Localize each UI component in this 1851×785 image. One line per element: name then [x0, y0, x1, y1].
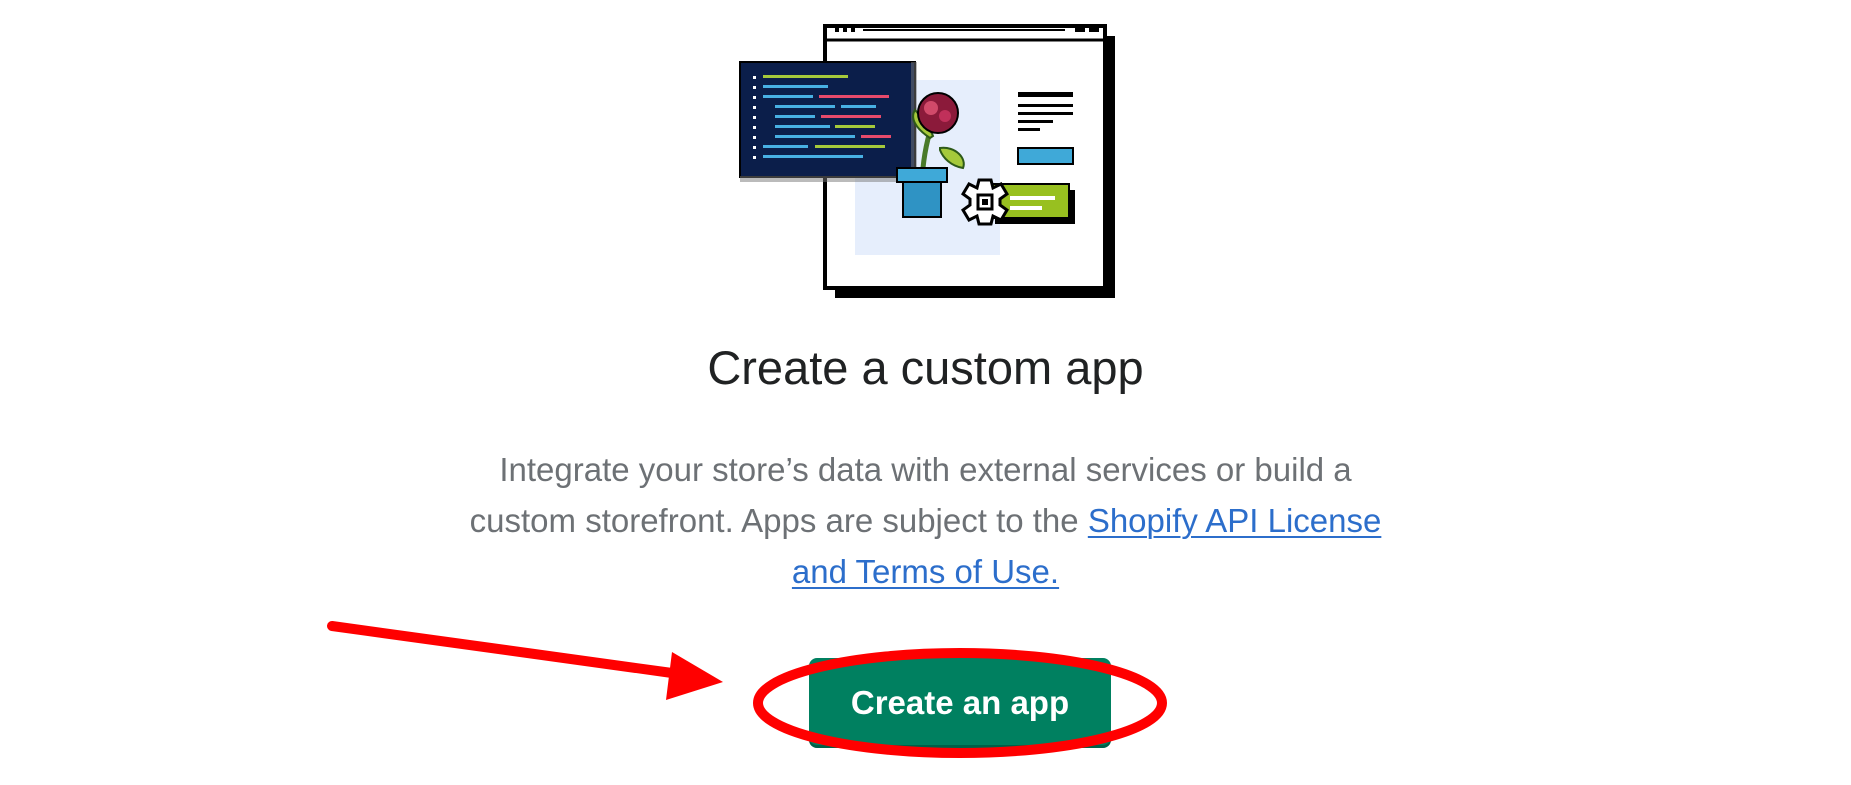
arrow-icon	[327, 621, 723, 700]
page-description: Integrate your store’s data with externa…	[460, 444, 1391, 597]
custom-app-illustration-icon	[739, 24, 1115, 298]
create-app-button[interactable]: Create an app	[809, 658, 1111, 748]
page-title: Create a custom app	[707, 341, 1144, 394]
